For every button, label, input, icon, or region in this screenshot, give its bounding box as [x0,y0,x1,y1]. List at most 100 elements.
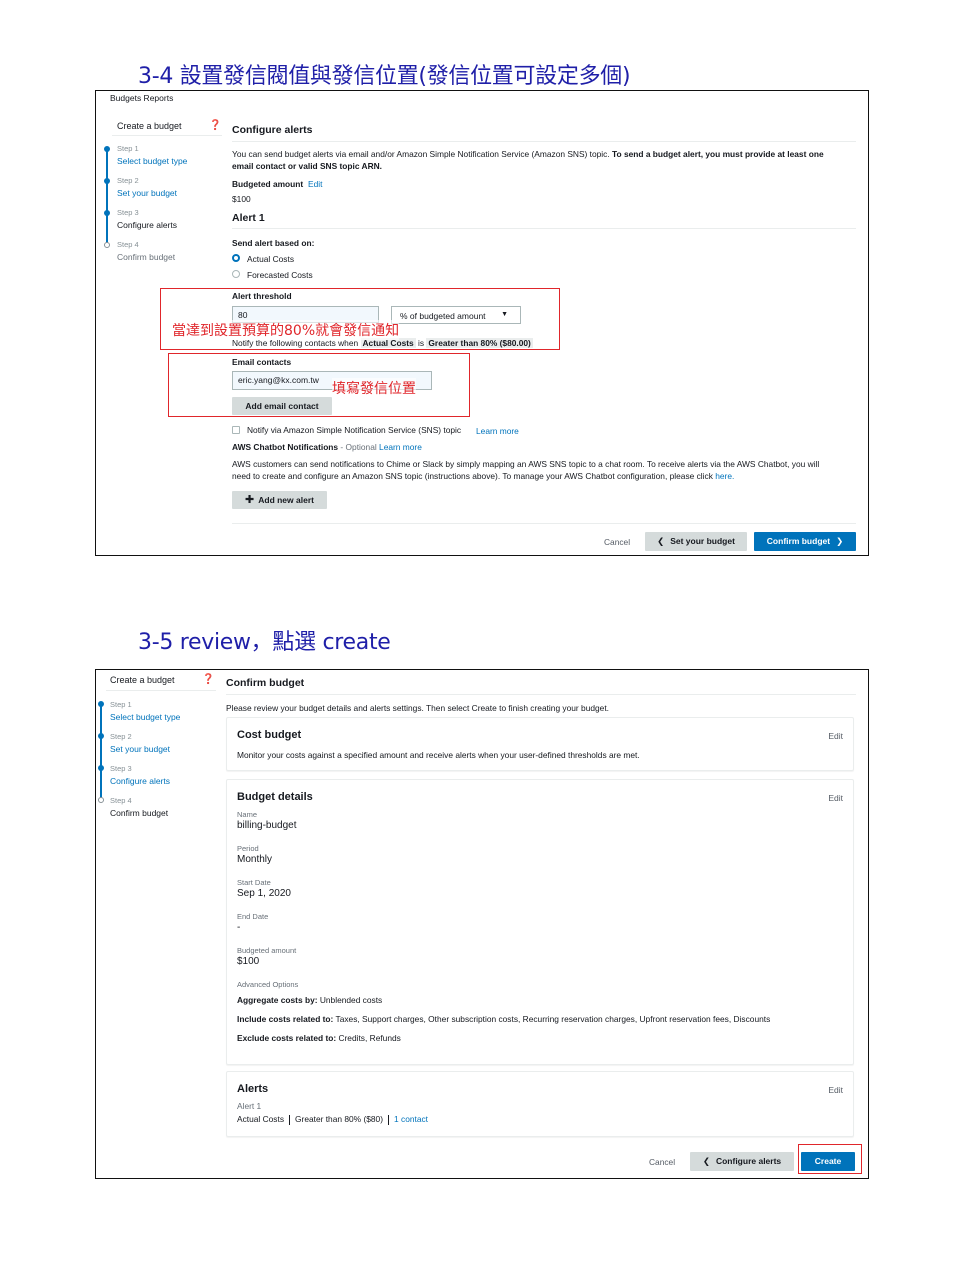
email-highlight-box [168,353,470,417]
intro-text: Please review your budget details and al… [226,703,609,713]
section-heading-configure-alerts: 3-4 設置發信閥值與發信位置(發信位置可設定多個) [138,64,631,89]
step-2-dot-icon [98,733,104,739]
step-4-dot-icon [104,242,110,248]
step-2-dot-icon [104,178,110,184]
radio-actual-costs-label: Actual Costs [247,254,295,264]
step-1-dot-icon [104,146,110,152]
threshold-highlight-box [160,288,560,350]
start-date-label: Start Date [237,878,271,887]
sidebar-divider [106,690,216,691]
aggregate-costs-row: Aggregate costs by: Unblended costs [237,995,383,1005]
include-costs-row: Include costs related to: Taxes, Support… [237,1014,771,1024]
budget-details-panel: Budget details Edit Name billing-budget … [226,779,854,1065]
sidebar-divider [112,135,222,136]
radio-actual-costs[interactable] [232,254,240,262]
step-4-caption: Step 4 [110,796,132,805]
step-3-dot-icon [104,210,110,216]
sns-checkbox[interactable] [232,426,240,434]
alerts-panel: Alerts Edit Alert 1 Actual Costs Greater … [226,1071,854,1137]
step-4-label: Confirm budget [110,808,169,818]
name-value: billing-budget [237,820,297,831]
add-new-alert-button[interactable]: ✚ Add new alert [232,491,327,509]
configure-alerts-screenshot: Budgets Reports Create a budget ❓ Step 1… [95,90,869,556]
chevron-left-icon: ❮ [657,536,665,546]
advanced-options-label: Advanced Options [237,980,299,989]
step-3-dot-icon [98,765,104,771]
budgeted-amount-value: $100 [237,956,260,967]
chatbot-description: AWS customers can send notifications to … [232,459,820,481]
chatbot-here-link[interactable]: here. [715,471,734,481]
sns-learn-more-link[interactable]: Learn more [476,426,519,436]
radio-forecasted-costs[interactable] [232,270,240,278]
cancel-button[interactable]: Cancel [649,1157,675,1167]
section-heading-review: 3-5 review，點選 create [138,630,391,655]
cost-budget-title: Cost budget [237,729,302,741]
budget-details-title: Budget details [237,791,313,803]
end-date-value: - [237,922,241,933]
title-divider [226,694,856,695]
chevron-left-icon: ❮ [702,1156,710,1166]
help-icon[interactable]: ❓ [209,120,221,131]
sidebar-title: Create a budget [117,121,182,131]
cancel-button[interactable]: Cancel [604,537,630,547]
budgeted-amount-edit-link[interactable]: Edit [308,179,322,189]
steps-progress-line [106,149,108,245]
top-nav-budgets-reports[interactable]: Budgets Reports [110,93,173,103]
budgeted-amount-label: Budgeted amount [237,946,297,955]
chevron-right-icon: ❯ [836,536,844,546]
budget-details-edit-button[interactable]: Edit [828,793,843,803]
help-icon[interactable]: ❓ [202,674,214,685]
plus-icon: ✚ [245,494,255,506]
period-label: Period [237,844,259,853]
step-2-caption: Step 2 [110,732,132,741]
alert-title: Alert 1 [232,212,265,224]
separator [388,1114,390,1125]
radio-forecasted-costs-label: Forecasted Costs [247,270,313,280]
step-2-link[interactable]: Set your budget [110,744,170,754]
alert-contacts-link[interactable]: 1 contact [394,1114,428,1124]
separator [289,1114,291,1125]
alerts-edit-button[interactable]: Edit [828,1085,843,1095]
chatbot-learn-more-link[interactable]: Learn more [379,442,422,452]
confirm-budget-button[interactable]: Confirm budget ❯ [754,532,856,551]
page-title: Confirm budget [226,677,305,689]
step-1-caption: Step 1 [117,144,139,153]
cost-budget-panel: Cost budget Edit Monitor your costs agai… [226,717,854,771]
sns-checkbox-label: Notify via Amazon Simple Notification Se… [247,425,462,435]
step-4-dot-icon [98,797,104,803]
period-value: Monthly [237,854,273,865]
start-date-value: Sep 1, 2020 [237,888,291,899]
step-4-label: Confirm budget [117,252,176,262]
exclude-costs-row: Exclude costs related to: Credits, Refun… [237,1033,401,1043]
step-3-link[interactable]: Configure alerts [110,776,170,786]
alert-divider [232,228,856,229]
cost-budget-description: Monitor your costs against a specified a… [237,750,640,760]
steps-progress-line [100,704,102,800]
step-4-caption: Step 4 [117,240,139,249]
cost-budget-edit-button[interactable]: Edit [828,731,843,741]
budgeted-amount-value: $100 [232,194,251,204]
step-1-caption: Step 1 [110,700,132,709]
back-set-your-budget-button[interactable]: ❮ Set your budget [645,532,747,551]
step-2-link[interactable]: Set your budget [117,188,177,198]
back-configure-alerts-button[interactable]: ❮ Configure alerts [690,1152,794,1171]
alert-summary: Actual Costs Greater than 80% ($80) 1 cont… [237,1114,429,1125]
step-3-caption: Step 3 [110,764,132,773]
create-highlight-box [798,1144,862,1174]
alert-name: Alert 1 [237,1101,262,1111]
end-date-label: End Date [237,912,269,921]
intro-text: You can send budget alerts via email and… [232,149,824,171]
step-3-label: Configure alerts [117,220,178,230]
step-1-link[interactable]: Select budget type [117,156,187,166]
alerts-title: Alerts [237,1083,269,1095]
page-title: Configure alerts [232,124,313,136]
chatbot-heading: AWS Chatbot Notifications - Optional Lea… [232,442,422,452]
send-based-label: Send alert based on: [232,238,315,248]
step-1-link[interactable]: Select budget type [110,712,180,722]
title-divider [232,141,856,142]
name-label: Name [237,810,258,819]
footer-divider [232,523,856,524]
step-2-caption: Step 2 [117,176,139,185]
step-3-caption: Step 3 [117,208,139,217]
confirm-budget-screenshot: Create a budget ❓ Step 1 Select budget t… [95,669,869,1179]
